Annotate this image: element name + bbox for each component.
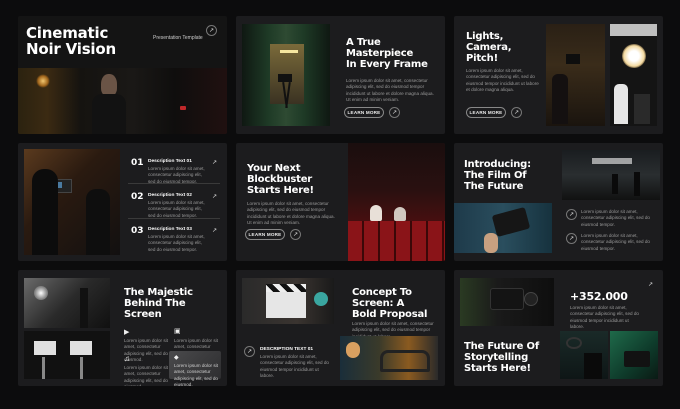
stat-value: +352.000 [570,290,628,303]
highlight-card[interactable]: ◆ Lorem ipsum dolor sit amet, consectetu… [169,351,221,386]
slide-next-blockbuster[interactable]: Your Next Blockbuster Starts Here! Lorem… [236,143,445,261]
slide5-body: Lorem ipsum dolor sit amet, consectetur … [247,201,335,226]
item-body: Lorem ipsum dolor sit amet, consectetur … [148,234,205,252]
slide5-title-line1: Your Next [247,163,301,174]
slide7-title-line3: Screen [124,309,162,320]
studio-monitors-photo [24,331,110,379]
learn-more-button[interactable]: LEARN MORE [466,107,506,118]
arrow-icon[interactable]: ↗ [389,107,400,118]
slide3-title-line2: Camera, [466,42,512,53]
slide6-title-line1: Introducing: [464,159,531,170]
green-camera-photo [610,331,658,379]
arrow-icon[interactable]: ↗ [209,157,220,168]
slide3-title-line3: Pitch! [466,53,498,64]
divider [128,218,220,219]
slide1-title-line2: Noir Vision [26,40,116,58]
spotlight-photo [24,278,110,328]
slide5-title-line2: Blockbuster [247,174,313,185]
slide8-title-line1: Concept To [352,287,412,298]
slide5-title-line3: Starts Here! [247,185,314,196]
slide2-body: Lorem ipsum dolor sit amet, consectetur … [346,78,434,103]
play-icon: ▶ [124,329,130,336]
slide-majestic-behind-screen[interactable]: The Majestic Behind The Screen ▶ Lorem i… [18,270,227,386]
apple-icon: ◆ [174,355,179,361]
slide7-title-line2: Behind The [124,298,186,309]
divider [128,183,220,184]
slide2-title-line2: Masterpiece [346,48,414,59]
slide7-body4: Lorem ipsum dolor sit amet, consectetur … [174,363,218,386]
studio-light-photo [610,24,657,126]
slide3-title-line1: Lights, [466,31,504,42]
arrow-icon[interactable]: ↗ [645,279,656,290]
item-number: 02 [131,192,144,202]
corridor-camera-photo [242,24,330,126]
clapperboard-photo [242,278,334,324]
description-label: DESCRIPTION TEXT 01 [260,347,314,352]
slide8-title-line2: Screen: A [352,298,405,309]
slide1-title: Cinematic Noir Vision [26,25,116,57]
slide9-title: The Future Of Storytelling Starts Here! [464,341,539,374]
slide1-title-line1: Cinematic [26,24,109,42]
slide7-title: The Majestic Behind The Screen [124,287,193,320]
camera-rig-photo [460,278,554,326]
slide7-title-line1: The Majestic [124,287,193,298]
learn-more-button[interactable]: LEARN MORE [344,107,384,118]
film-crew-photo [546,24,605,126]
film-set-photo [562,150,660,200]
slide2-title-line3: In Every Frame [346,59,428,70]
man-in-dark-photo [18,68,227,134]
slide1-subtitle: Presentation Template [153,35,203,41]
slide-future-of-storytelling[interactable]: +352.000 Lorem ipsum dolor sit amet, con… [454,270,663,386]
slide5-title: Your Next Blockbuster Starts Here! [247,163,314,196]
slide2-title-line1: A True [346,37,381,48]
arrow-icon[interactable]: ↗ [244,346,255,357]
slide8-body2: Lorem ipsum dolor sit amet, consectetur … [260,354,329,379]
slide-film-of-the-future[interactable]: Introducing: The Film Of The Future ↗ Lo… [454,143,663,261]
arrow-icon[interactable]: ↗ [511,107,522,118]
stat-body: Lorem ipsum dolor sit amet, consectetur … [570,305,639,330]
slide6-title: Introducing: The Film Of The Future [464,159,531,192]
item-body: Lorem ipsum dolor sit amet, consectetur … [148,200,205,218]
arrow-icon[interactable]: ↗ [566,209,577,220]
film-icon: ▣ [174,328,181,335]
slide6-body1: Lorem ipsum dolor sit amet, consectetur … [581,209,650,227]
slide9-title-line3: Starts Here! [464,363,531,374]
car-scene-photo [340,336,438,380]
item-label: Description Text 03 [148,227,192,232]
slide-true-masterpiece[interactable]: A True Masterpiece In Every Frame Lorem … [236,16,445,134]
slide8-title: Concept To Screen: A Bold Proposal [352,287,427,320]
slide6-title-line2: The Film Of [464,170,527,181]
slide2-title: A True Masterpiece In Every Frame [346,37,428,70]
cinema-audience-photo [348,143,445,261]
cameraman-photo [24,149,120,255]
slide7-body3: Lorem ipsum dolor sit amet, consectetur … [124,365,168,386]
item-number: 03 [131,226,144,236]
item-label: Description Text 01 [148,159,192,164]
slide6-body2: Lorem ipsum dolor sit amet, consectetur … [581,233,650,251]
arrow-icon[interactable]: ↗ [290,229,301,240]
slide3-body: Lorem ipsum dolor sit amet, consectetur … [466,68,539,93]
slide-concept-to-screen[interactable]: Concept To Screen: A Bold Proposal Lorem… [236,270,445,386]
slide-lights-camera-pitch[interactable]: Lights, Camera, Pitch! Lorem ipsum dolor… [454,16,663,134]
arrow-icon[interactable]: ↗ [206,25,217,36]
slide8-title-line3: Bold Proposal [352,309,428,320]
slide6-title-line3: The Future [464,181,524,192]
item-number: 01 [131,158,144,168]
slide7-body1: Lorem ipsum dolor sit amet, consectetur … [124,338,168,363]
studio-set-photo [560,331,608,379]
arrow-icon[interactable]: ↗ [566,233,577,244]
slide-description-list[interactable]: 01 Description Text 01 Lorem ipsum dolor… [18,143,227,261]
slide9-title-line2: Storytelling [464,352,529,363]
arrow-icon[interactable]: ↗ [209,191,220,202]
slide-cinematic-noir-vision[interactable]: Cinematic Noir Vision Presentation Templ… [18,16,227,134]
learn-more-button[interactable]: LEARN MORE [245,229,285,240]
camera-closeup-photo [454,203,552,253]
arrow-icon[interactable]: ↗ [209,225,220,236]
slide9-title-line1: The Future Of [464,341,540,352]
slide3-title: Lights, Camera, Pitch! [466,31,512,64]
item-label: Description Text 02 [148,193,192,198]
music-icon: ♫ [124,354,130,363]
